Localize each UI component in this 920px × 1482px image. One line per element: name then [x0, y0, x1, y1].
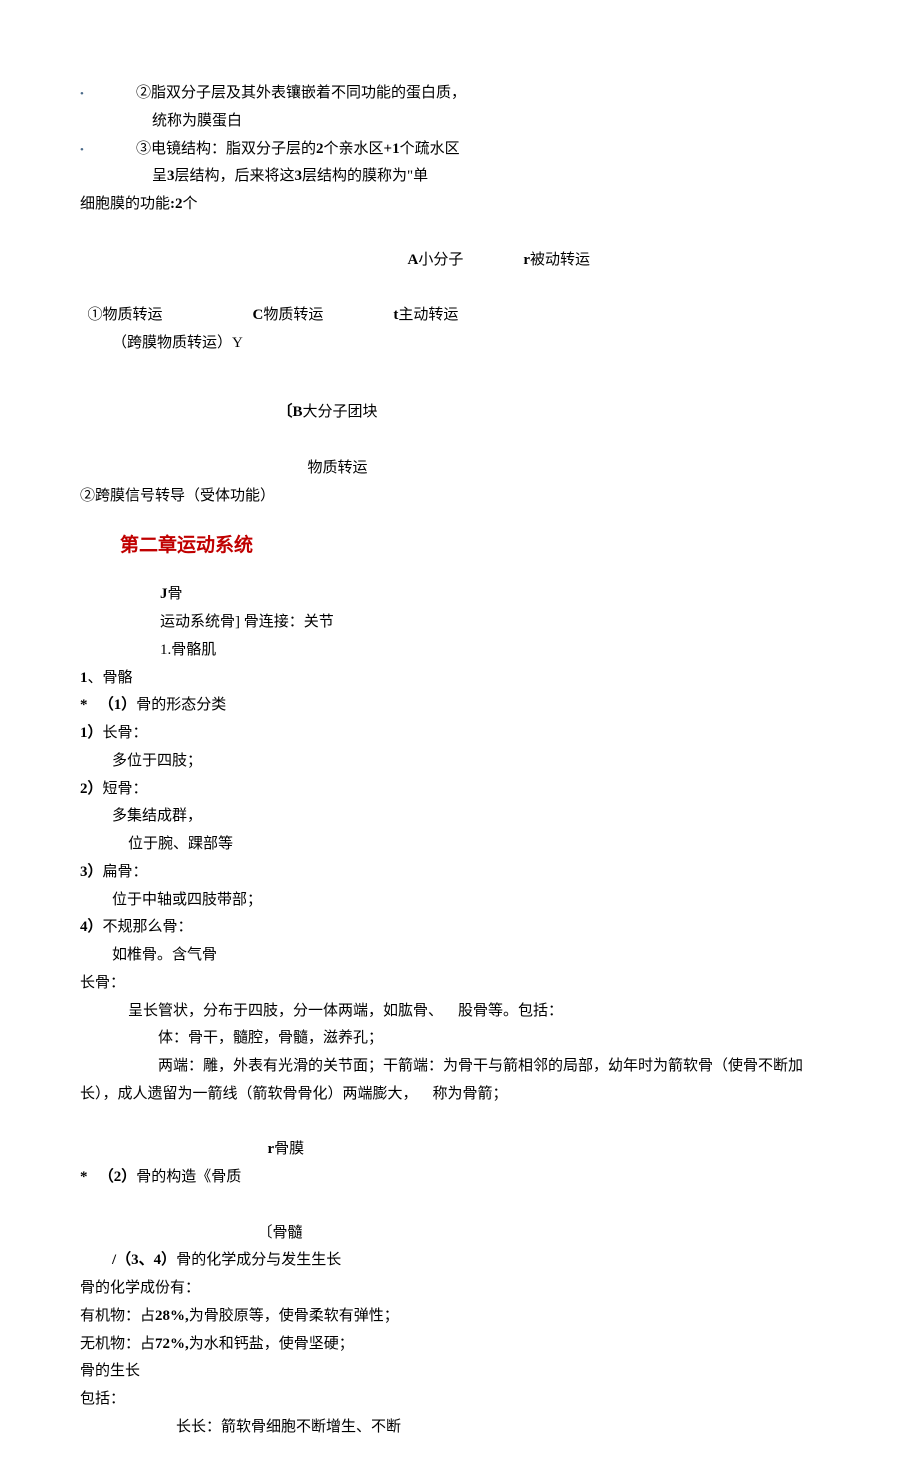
text-transmembrane: （跨膜物质转运）Y — [80, 330, 840, 358]
row-bone-morphology: * （1）骨的形态分类 — [80, 692, 840, 720]
text-flat-bone-desc: 位于中轴或四肢带部； — [80, 887, 840, 915]
row-skeletal-muscle: 1.骨骼肌 — [80, 637, 840, 665]
text-lipid-bilayer: ②脂双分子层及其外表镶嵌着不同功能的蛋白质， — [136, 80, 466, 108]
text-growth-long: 长长：箭软骨细胞不断增生、不断 — [80, 1414, 840, 1442]
text-irregular-bone-desc: 如椎骨。含气骨 — [80, 942, 840, 970]
row-small-molecule: A小分子r被动转运 — [80, 219, 840, 275]
bullet-icon: • — [80, 136, 136, 164]
text-short-bone-desc1: 多集结成群， — [80, 803, 840, 831]
row-j-bone: J骨 — [80, 581, 840, 609]
text-em-structure: ③电镜结构：脂双分子层的2个亲水区+1个疏水区 — [136, 136, 460, 164]
row-bone-chem: /（3、4）骨的化学成分与发生生长 — [80, 1247, 840, 1275]
text-organic: 有机物：占28%,为骨胶原等，使骨柔软有弹性； — [80, 1303, 840, 1331]
text-longbone-line1: 呈长管状，分布于四肢，分一体两端，如肱骨、 股骨等。包括： — [80, 998, 840, 1026]
heading-membrane-function: 细胞膜的功能:2个 — [80, 191, 840, 219]
text-inorganic: 无机物：占72%,为水和钙盐，使骨坚硬； — [80, 1331, 840, 1359]
row-flat-bone: 3）扁骨： — [80, 859, 840, 887]
bullet-icon: • — [80, 80, 136, 108]
text-short-bone-desc2: 位于腕、踝部等 — [80, 831, 840, 859]
row-transport: ①物质转运C物质转运t主动转运 — [80, 274, 840, 330]
text-includes: 包括： — [80, 1386, 840, 1414]
text-long-bone-desc: 多位于四肢； — [80, 748, 840, 776]
heading-bone-chemistry: 骨的化学成份有： — [80, 1275, 840, 1303]
text-signal-transduction: ②跨膜信号转导（受体功能） — [80, 483, 840, 511]
text-three-layer: 呈3层结构，后来将这3层结构的膜称为"单 — [136, 163, 428, 191]
heading-bone-growth: 骨的生长 — [80, 1358, 840, 1386]
row-macro-transport: 物质转运 — [80, 427, 840, 483]
heading-chapter-2: 第二章运动系统 — [80, 528, 840, 563]
heading-skeleton: 1、骨骼 — [80, 665, 840, 693]
row-bone-marrow: 〔骨髓 — [80, 1192, 840, 1248]
text-longbone-line3: 两端：雕，外表有光滑的关节面；干箭端：为骨干与箭相邻的局部，幼年时为箭软骨（使骨… — [80, 1053, 840, 1109]
row-macromolecule: 〔B大分子团块 — [80, 372, 840, 428]
row-periosteum: r骨膜 — [80, 1109, 840, 1165]
row-long-bone: 1）长骨： — [80, 720, 840, 748]
row-bone-structure: * （2）骨的构造《骨质 — [80, 1164, 840, 1192]
row-short-bone: 2）短骨： — [80, 776, 840, 804]
text-membrane-protein: 统称为膜蛋白 — [136, 108, 242, 136]
row-motion-system: 运动系统骨] 骨连接：关节 — [80, 609, 840, 637]
row-irregular-bone: 4）不规那么骨： — [80, 914, 840, 942]
heading-long-bone-detail: 长骨： — [80, 970, 840, 998]
text-longbone-line2: 体：骨干，髓腔，骨髓，滋养孔； — [80, 1025, 840, 1053]
